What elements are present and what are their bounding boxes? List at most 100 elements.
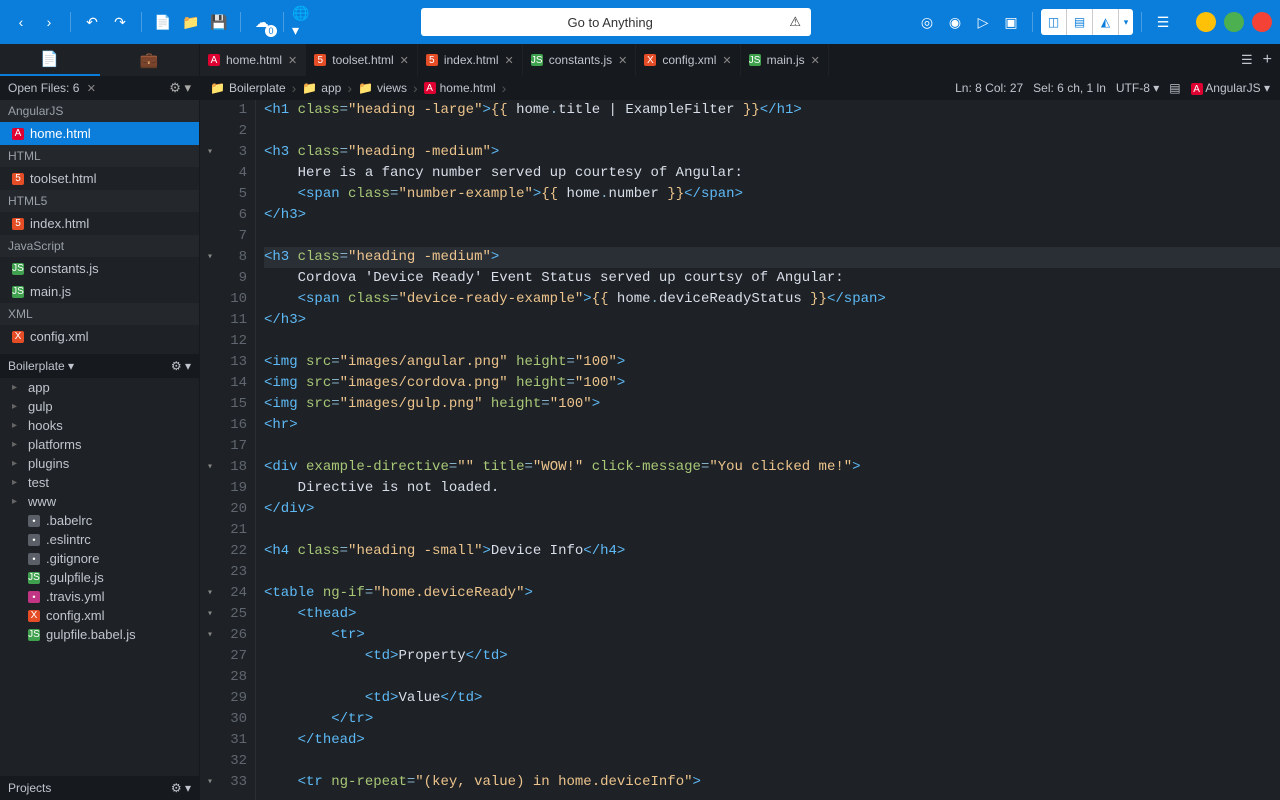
line-number[interactable]: 19 — [220, 478, 247, 499]
code-editor[interactable]: ▾▾▾▾▾▾▾ 12345678910111213141516171819202… — [200, 100, 1280, 800]
open-file-button[interactable]: 📁 — [178, 9, 204, 35]
fold-toggle[interactable]: ▾ — [200, 604, 220, 625]
breadcrumb-part[interactable]: home.html — [440, 81, 496, 95]
tab-close-icon[interactable]: ✕ — [505, 54, 514, 67]
expand-icon[interactable]: ▸ — [12, 496, 22, 507]
layout-right-icon[interactable]: ◭ — [1093, 9, 1119, 35]
tab-config-xml[interactable]: Xconfig.xml✕ — [636, 44, 740, 76]
window-minimize-button[interactable] — [1196, 12, 1216, 32]
open-file-item[interactable]: JSmain.js — [0, 280, 199, 303]
code-line[interactable] — [264, 226, 1280, 247]
minimap-toggle-icon[interactable]: ▤ — [1169, 81, 1180, 95]
open-file-item[interactable]: 5index.html — [0, 212, 199, 235]
code-line[interactable]: <h4 class="heading -small">Device Info</… — [264, 541, 1280, 562]
project-name[interactable]: Boilerplate — [8, 359, 65, 373]
line-number[interactable]: 20 — [220, 499, 247, 520]
code-line[interactable]: Here is a fancy number served up courtes… — [264, 163, 1280, 184]
fold-toggle[interactable]: ▾ — [200, 457, 220, 478]
expand-icon[interactable]: ▸ — [12, 458, 22, 469]
code-line[interactable]: <tr> — [264, 625, 1280, 646]
line-number[interactable]: 27 — [220, 646, 247, 667]
line-number[interactable]: 31 — [220, 730, 247, 751]
code-line[interactable]: </h3> — [264, 310, 1280, 331]
line-number[interactable]: 16 — [220, 415, 247, 436]
code-line[interactable]: </h3> — [264, 205, 1280, 226]
nav-forward-button[interactable]: › — [36, 9, 62, 35]
tree-item[interactable]: •.gitignore — [0, 549, 199, 568]
window-close-button[interactable] — [1252, 12, 1272, 32]
line-number[interactable]: 24 — [220, 583, 247, 604]
sidebar-tab-files[interactable]: 📄 — [0, 44, 100, 76]
fold-toggle[interactable]: ▾ — [200, 142, 220, 163]
redo-button[interactable]: ↷ — [107, 9, 133, 35]
open-file-item[interactable]: Ahome.html — [0, 122, 199, 145]
line-number[interactable]: 5 — [220, 184, 247, 205]
status-language[interactable]: AngularJS — [1205, 81, 1260, 95]
stop-macro-button[interactable]: ◉ — [942, 9, 968, 35]
fold-toggle[interactable]: ▾ — [200, 772, 220, 793]
tree-item[interactable]: •.babelrc — [0, 511, 199, 530]
code-line[interactable]: <span class="number-example">{{ home.num… — [264, 184, 1280, 205]
open-files-gear-icon[interactable]: ⚙ ▾ — [169, 80, 191, 96]
expand-icon[interactable]: ▸ — [12, 420, 22, 431]
tab-close-icon[interactable]: ✕ — [618, 54, 627, 67]
projects-gear-icon[interactable]: ⚙ ▾ — [171, 781, 191, 795]
status-encoding[interactable]: UTF-8 — [1116, 81, 1150, 95]
fold-toggle[interactable]: ▾ — [200, 625, 220, 646]
line-number[interactable]: 9 — [220, 268, 247, 289]
open-file-item[interactable]: 5toolset.html — [0, 167, 199, 190]
line-number[interactable]: 30 — [220, 709, 247, 730]
code-line[interactable] — [264, 667, 1280, 688]
open-files-close-icon[interactable]: ✕ — [87, 83, 96, 95]
line-number[interactable]: 23 — [220, 562, 247, 583]
layout-dropdown-icon[interactable]: ▾ — [1119, 9, 1133, 35]
line-number[interactable]: 28 — [220, 667, 247, 688]
line-number[interactable]: 3 — [220, 142, 247, 163]
fold-toggle[interactable]: ▾ — [200, 247, 220, 268]
save-macro-button[interactable]: ▣ — [998, 9, 1024, 35]
code-line[interactable]: <img src="images/angular.png" height="10… — [264, 352, 1280, 373]
tree-item[interactable]: ▸platforms — [0, 435, 199, 454]
expand-icon[interactable]: ▸ — [12, 401, 22, 412]
open-file-item[interactable]: JSconstants.js — [0, 257, 199, 280]
line-number[interactable]: 13 — [220, 352, 247, 373]
layout-bottom-icon[interactable]: ▤ — [1067, 9, 1093, 35]
expand-icon[interactable]: ▸ — [12, 439, 22, 450]
tab-toolset-html[interactable]: 5toolset.html✕ — [306, 44, 418, 76]
list-tabs-button[interactable]: ☰ — [1241, 52, 1253, 68]
line-number[interactable]: 22 — [220, 541, 247, 562]
line-number[interactable]: 10 — [220, 289, 247, 310]
line-number[interactable]: 14 — [220, 373, 247, 394]
code-line[interactable] — [264, 331, 1280, 352]
tree-item[interactable]: ▸hooks — [0, 416, 199, 435]
line-number[interactable]: 25 — [220, 604, 247, 625]
code-line[interactable]: Cordova 'Device Ready' Event Status serv… — [264, 268, 1280, 289]
code-line[interactable]: <span class="device-ready-example">{{ ho… — [264, 289, 1280, 310]
line-number[interactable]: 32 — [220, 751, 247, 772]
tab-close-icon[interactable]: ✕ — [811, 54, 820, 67]
tree-item[interactable]: Xconfig.xml — [0, 606, 199, 625]
code-line[interactable]: <thead> — [264, 604, 1280, 625]
layout-left-icon[interactable]: ◫ — [1041, 9, 1067, 35]
tree-item[interactable]: •.eslintrc — [0, 530, 199, 549]
code-line[interactable]: <h3 class="heading -medium"> — [264, 247, 1280, 268]
code-line[interactable]: </thead> — [264, 730, 1280, 751]
code-line[interactable]: </div> — [264, 499, 1280, 520]
line-number[interactable]: 7 — [220, 226, 247, 247]
tree-item[interactable]: ▸test — [0, 473, 199, 492]
status-position[interactable]: Ln: 8 Col: 27 — [955, 81, 1023, 95]
tab-home-html[interactable]: Ahome.html✕ — [200, 44, 306, 76]
tree-item[interactable]: JSgulpfile.babel.js — [0, 625, 199, 644]
line-number[interactable]: 33 — [220, 772, 247, 793]
tab-close-icon[interactable]: ✕ — [288, 54, 297, 67]
tree-item[interactable]: ▸www — [0, 492, 199, 511]
code-line[interactable]: </tr> — [264, 709, 1280, 730]
breadcrumb-part[interactable]: app — [321, 81, 341, 95]
tab-close-icon[interactable]: ✕ — [722, 54, 731, 67]
tree-item[interactable]: ▸plugins — [0, 454, 199, 473]
sidebar-tab-toolbox[interactable]: 💼 — [100, 44, 200, 76]
new-file-button[interactable]: 📄 — [150, 9, 176, 35]
code-line[interactable] — [264, 520, 1280, 541]
projects-footer[interactable]: Projects ⚙ ▾ — [0, 776, 199, 800]
code-line[interactable] — [264, 436, 1280, 457]
